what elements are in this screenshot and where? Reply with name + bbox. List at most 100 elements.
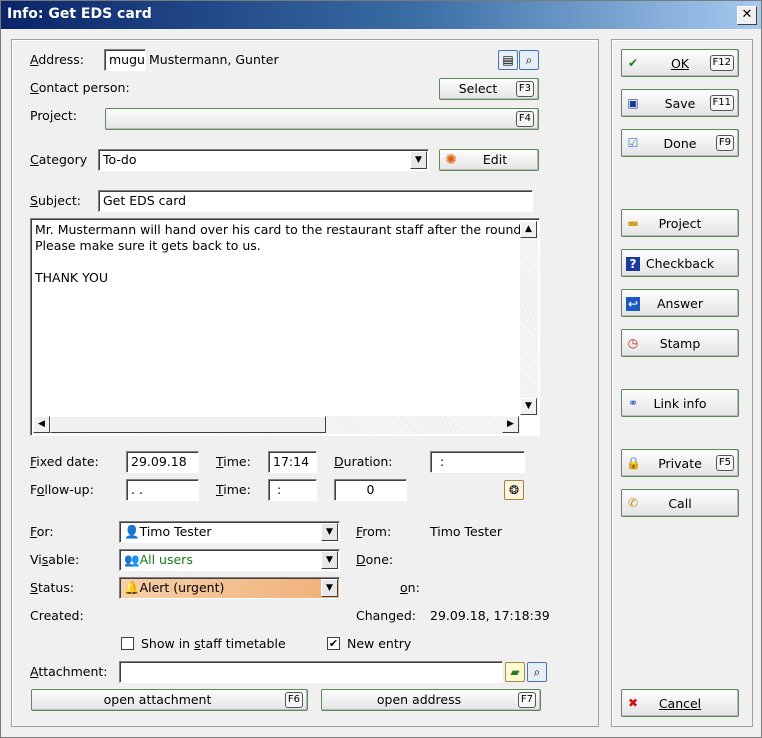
project-button[interactable]: ▬ Project: [621, 209, 739, 237]
visible-label: Visable:: [30, 552, 80, 567]
follow-up-time-label: Time:: [216, 482, 251, 497]
attachment-search-icon[interactable]: ⌕: [527, 662, 547, 682]
users-icon: 👥: [124, 552, 140, 567]
created-label: Created:: [30, 608, 84, 623]
duration-input[interactable]: :: [430, 451, 525, 473]
open-attachment-label: open attachment: [103, 692, 212, 707]
scroll-right-icon[interactable]: ▶: [502, 416, 519, 433]
open-attachment-key: F6: [284, 692, 303, 708]
link-info-label: Link info: [653, 396, 707, 411]
chevron-down-icon[interactable]: ▼: [321, 579, 338, 597]
visible-select[interactable]: 👥All users ▼: [119, 549, 340, 571]
category-label: Category: [30, 152, 88, 167]
for-label: For:: [30, 524, 54, 539]
notes-line: Mr. Mustermann will hand over his card t…: [35, 222, 526, 237]
notes-blank-line: [35, 254, 525, 270]
save-key: F11: [709, 95, 734, 111]
status-value: Alert (urgent): [139, 580, 225, 595]
checkback-button[interactable]: ? Checkback: [621, 249, 739, 277]
calendar-icon[interactable]: ❂: [504, 480, 524, 500]
done-key: F9: [715, 135, 734, 151]
save-button[interactable]: ▣ Save F11: [621, 89, 739, 117]
done-button[interactable]: ☑ Done F9: [621, 129, 739, 157]
project-button-label: Project: [658, 216, 702, 231]
changed-value: 29.09.18, 17:18:39: [430, 608, 550, 623]
address-label: Address:: [30, 52, 85, 67]
visible-value: All users: [139, 552, 193, 567]
scroll-left-icon[interactable]: ◀: [33, 416, 50, 433]
for-value: Timo Tester: [139, 524, 212, 539]
category-value: To-do: [103, 152, 137, 167]
project-label: Project:: [30, 108, 78, 123]
fixed-time-input[interactable]: 17:14: [268, 451, 317, 473]
answer-label: Answer: [656, 296, 704, 311]
subject-label: Subject:: [30, 193, 81, 208]
on-label: on:: [400, 580, 420, 595]
close-button[interactable]: ✕: [737, 6, 757, 25]
address-code-input[interactable]: mugu: [104, 49, 146, 71]
dialog-window: Info: Get EDS card ✕ Address: mugu Muste…: [0, 0, 762, 738]
attachment-input[interactable]: [119, 661, 503, 683]
project-field[interactable]: F4: [105, 108, 539, 130]
private-button[interactable]: 🔒 Private F5: [621, 449, 739, 477]
duration-label: Duration:: [334, 454, 393, 469]
link-info-button[interactable]: ⚭ Link info: [621, 389, 739, 417]
vertical-scrollbar[interactable]: [520, 221, 538, 415]
new-entry-checkbox[interactable]: ✔: [327, 637, 340, 650]
stamp-button[interactable]: ◷ Stamp: [621, 329, 739, 357]
open-address-label: open address: [376, 692, 462, 707]
subject-input[interactable]: Get EDS card: [98, 190, 533, 212]
from-label: From:: [356, 524, 392, 539]
contact-person-label: Contact person:: [30, 80, 130, 95]
notes-line: THANK YOU: [35, 270, 109, 285]
ok-button[interactable]: ✔ OK F12: [621, 49, 739, 77]
call-label: Call: [668, 496, 692, 511]
follow-up-count-input[interactable]: 0: [334, 479, 407, 501]
scroll-down-icon[interactable]: ▼: [520, 398, 537, 415]
chevron-down-icon[interactable]: ▼: [410, 151, 427, 169]
select-contact-key: F3: [515, 81, 534, 97]
answer-button[interactable]: ↩ Answer: [621, 289, 739, 317]
for-select[interactable]: 👤Timo Tester ▼: [119, 521, 340, 543]
edit-category-label: Edit: [482, 152, 508, 167]
call-button[interactable]: ✆ Call: [621, 489, 739, 517]
ok-key: F12: [709, 55, 734, 71]
notes-textarea[interactable]: Mr. Mustermann will hand over his card t…: [30, 218, 540, 436]
follow-up-input[interactable]: . .: [126, 479, 199, 501]
fixed-time-label: Time:: [216, 454, 251, 469]
window-title: Info: Get EDS card: [7, 6, 152, 22]
folder-open-icon[interactable]: ▰: [505, 662, 525, 682]
cancel-button[interactable]: ✖ Cancel: [621, 689, 739, 717]
attachment-label: Attachment:: [30, 664, 108, 679]
horizontal-scroll-thumb[interactable]: [50, 416, 326, 433]
changed-label: Changed:: [356, 608, 417, 623]
category-select[interactable]: To-do ▼: [98, 149, 429, 171]
open-attachment-button[interactable]: open attachment F6: [31, 689, 308, 711]
status-label: Status:: [30, 580, 75, 595]
fixed-date-label: Fixed date:: [30, 454, 99, 469]
fixed-date-input[interactable]: 29.09.18: [126, 451, 199, 473]
staff-timetable-checkbox[interactable]: [121, 637, 134, 650]
staff-timetable-label: Show in staff timetable: [141, 636, 286, 651]
select-contact-button[interactable]: Select F3: [439, 78, 539, 100]
address-name: Mustermann, Gunter: [149, 52, 279, 67]
chevron-down-icon[interactable]: ▼: [321, 523, 338, 541]
address-book-icon[interactable]: ▤: [498, 50, 518, 70]
private-key: F5: [715, 455, 734, 471]
notes-line: Please make sure it gets back to us.: [35, 238, 261, 253]
alert-bell-icon: 🔔: [124, 580, 140, 595]
from-value: Timo Tester: [430, 524, 502, 539]
select-contact-label: Select: [458, 81, 498, 96]
user-icon: 👤: [124, 524, 140, 539]
chevron-down-icon[interactable]: ▼: [321, 551, 338, 569]
open-address-button[interactable]: open address F7: [321, 689, 541, 711]
done-label: Done:: [356, 552, 394, 567]
project-key: F4: [515, 111, 534, 127]
edit-category-button[interactable]: ✺ Edit: [439, 149, 539, 171]
scroll-up-icon[interactable]: ▲: [520, 221, 537, 238]
follow-up-time-input[interactable]: :: [268, 479, 317, 501]
cancel-label: Cancel: [658, 696, 702, 711]
status-select[interactable]: 🔔Alert (urgent) ▼: [119, 577, 340, 599]
notes-text: Mr. Mustermann will hand over his card t…: [35, 222, 525, 286]
address-search-icon[interactable]: ⌕: [519, 50, 539, 70]
